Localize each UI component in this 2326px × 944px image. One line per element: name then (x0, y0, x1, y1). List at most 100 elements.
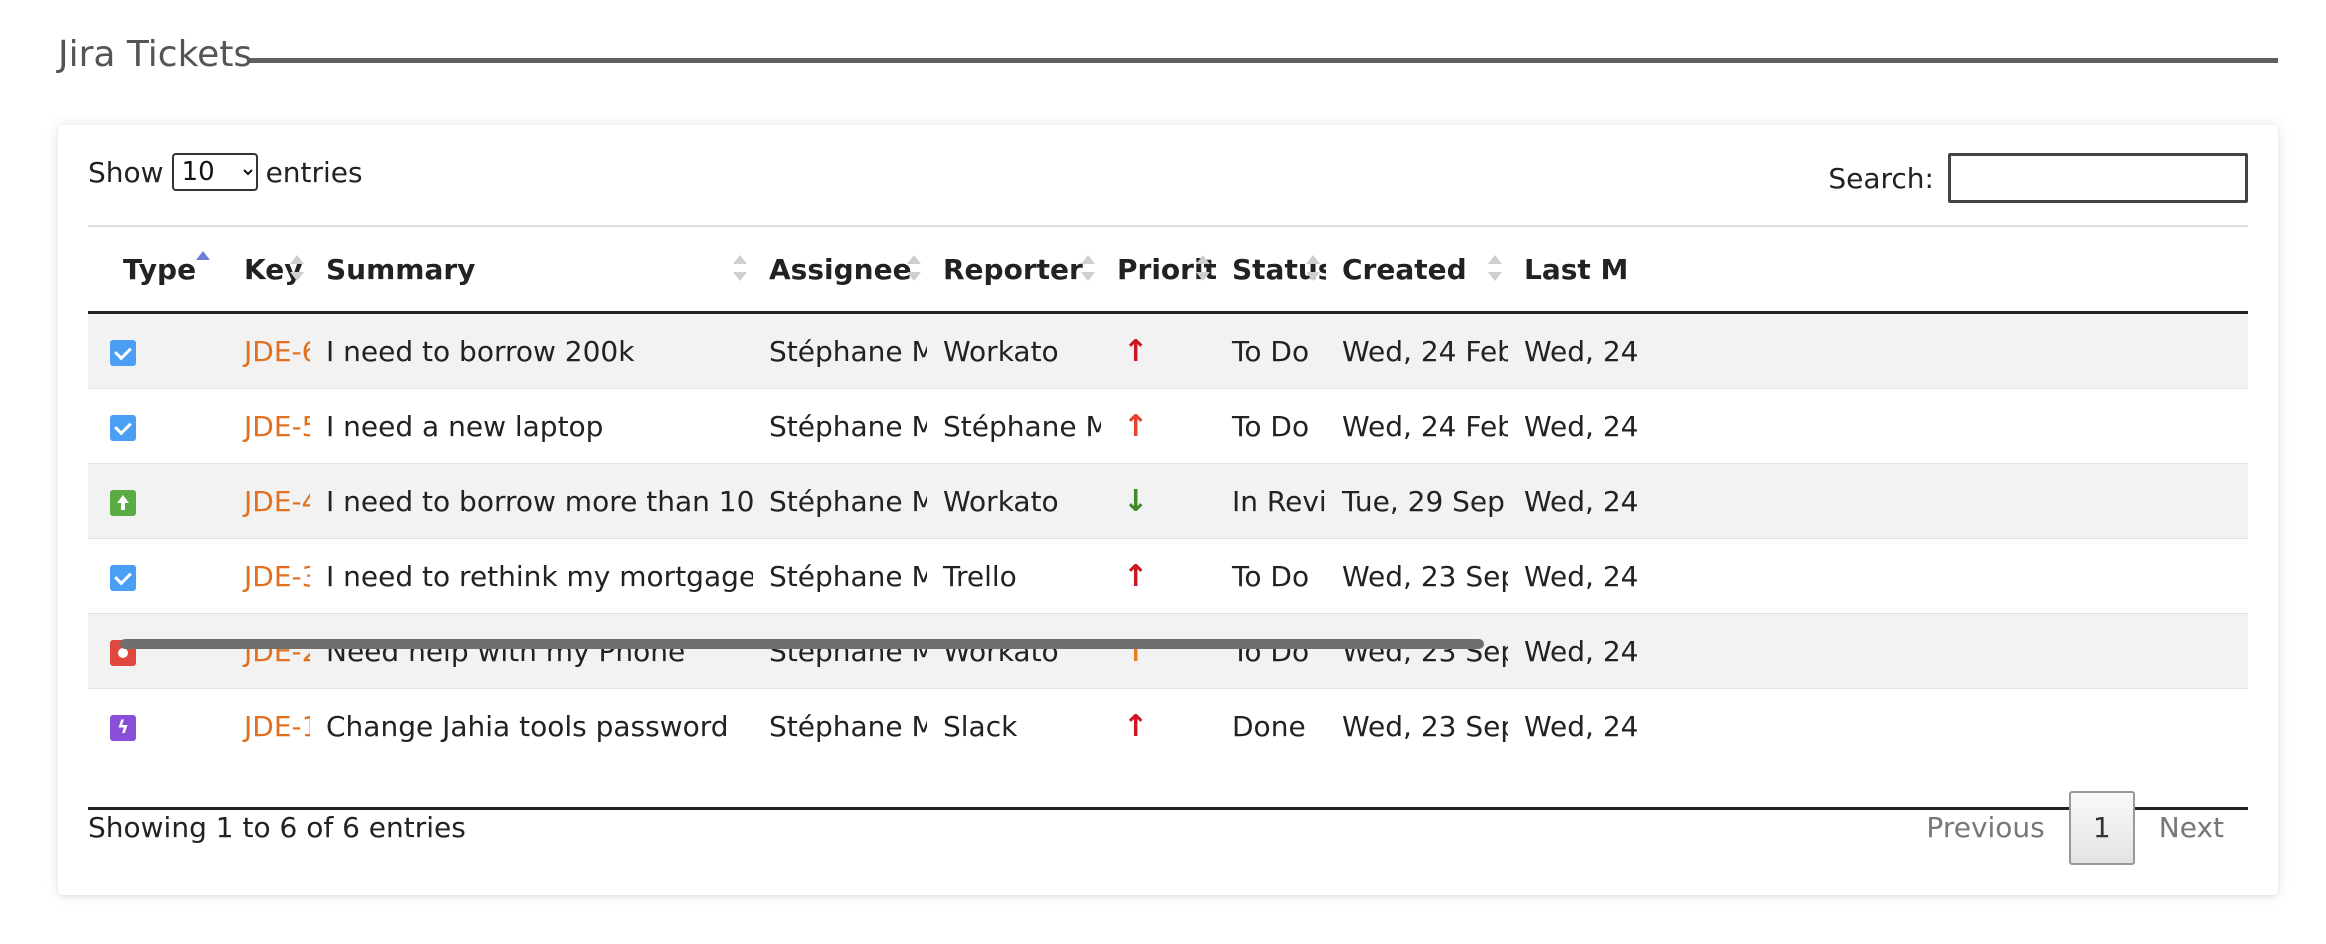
last-modified-cell: Wed, 24 (1508, 538, 2248, 614)
sort-icon (907, 255, 921, 281)
assignee-cell: Stéphane Monier (769, 334, 927, 368)
type-cell (88, 538, 228, 614)
next-button[interactable]: Next (2135, 791, 2248, 865)
assignee-cell: Stéphane Monier (753, 613, 927, 689)
created-cell: Wed, 23 Sep 2020 (1326, 613, 1508, 689)
table-row[interactable]: ϟ JDE-1 Change Jahia tools password Stép… (88, 688, 2248, 763)
column-header-key[interactable]: Key (228, 227, 310, 314)
improvement-arrow-icon (110, 489, 136, 516)
summary-cell: Need help with my Phone (310, 613, 753, 689)
horizontal-scrollbar[interactable] (120, 639, 1484, 649)
ticket-key-link[interactable]: JDE-3 (228, 538, 310, 614)
arrow-up-icon: ↑ (1123, 408, 1149, 444)
assignee-cell: Stéphane Monier (753, 388, 927, 464)
last-modified-cell: Wed, 24 (1524, 334, 1639, 368)
ticket-key-link[interactable]: JDE-5 (228, 388, 310, 464)
column-header-last-modified[interactable]: Last M (1508, 227, 2248, 314)
section-divider (250, 58, 2278, 63)
column-header-label: Type (123, 252, 197, 286)
created-cell: Wed, 24 Feb 2021 (1342, 334, 1508, 368)
tickets-table: Type Key Summary Assignee Reporter Prior… (88, 227, 2248, 763)
column-header-label: Assignee (769, 252, 912, 286)
table-row[interactable]: JDE-5 I need a new laptop Stéphane Monie… (88, 388, 2248, 464)
type-cell (88, 463, 228, 539)
status-cell: To Do (1216, 538, 1326, 614)
last-modified-cell: Wed, 24 (1508, 613, 2248, 689)
priority-cell: ↑ (1101, 388, 1216, 464)
column-header-status[interactable]: Status (1216, 227, 1326, 314)
last-modified-cell: Wed, 24 (1508, 388, 2248, 464)
page-size-select[interactable]: 10 (171, 153, 258, 191)
column-header-label: Created (1342, 252, 1467, 286)
summary-cell: I need a new laptop (310, 388, 753, 464)
summary-cell: I need to rethink my mortgage rate to a … (310, 538, 753, 614)
sort-icon (733, 255, 747, 281)
entries-label: entries (265, 155, 363, 189)
sort-icon (1488, 255, 1502, 281)
table-body: JDE-6 I need to borrow 200k Stéphane Mon… (88, 312, 2248, 763)
created-cell: Wed, 23 Sep 2020 (1326, 688, 1508, 763)
reporter-cell: Slack (927, 688, 1101, 763)
table-row[interactable]: JDE-2 Need help with my Phone Stéphane M… (88, 613, 2248, 689)
table-info: Showing 1 to 6 of 6 entries (88, 811, 466, 844)
created-cell: Tue, 29 Sep 2020 (1326, 463, 1508, 539)
column-header-label: Summary (326, 252, 476, 286)
section-header: Jira Tickets (58, 30, 2278, 90)
reporter-cell: Workato (927, 463, 1101, 539)
table-row[interactable]: JDE-3 I need to rethink my mortgage rate… (88, 538, 2248, 614)
page-length-control: Show 10 entries (88, 153, 363, 191)
table-header-row: Type Key Summary Assignee Reporter Prior… (88, 227, 2248, 314)
status-cell: To Do (1216, 388, 1326, 464)
column-header-label: Reporter (943, 252, 1083, 286)
ticket-key-link[interactable]: JDE-4 (228, 463, 310, 539)
type-cell: ϟ (88, 688, 228, 763)
column-header-type[interactable]: Type (88, 227, 228, 314)
reporter-cell: Workato (927, 613, 1101, 689)
table-row[interactable]: JDE-6 I need to borrow 200k Stéphane Mon… (88, 312, 2248, 389)
epic-lightning-icon: ϟ (110, 714, 136, 741)
type-cell (88, 313, 228, 389)
status-cell: To Do (1232, 334, 1310, 368)
summary-cell: Change Jahia tools password (310, 688, 753, 763)
search-control: Search: (1828, 153, 2248, 203)
sort-icon (290, 255, 304, 281)
assignee-cell: Stéphane Monier (753, 538, 927, 614)
task-checkbox-icon (110, 564, 136, 591)
arrow-up-icon: ↑ (1123, 333, 1149, 369)
table-row[interactable]: JDE-4 I need to borrow more than 100k St… (88, 463, 2248, 539)
previous-button[interactable]: Previous (1902, 791, 2068, 865)
assignee-cell: Stéphane Monier (753, 463, 927, 539)
arrow-down-icon: ↓ (1123, 483, 1149, 519)
reporter-cell: Trello (927, 538, 1101, 614)
ticket-key-link[interactable]: JDE-2 (228, 613, 310, 689)
column-header-created[interactable]: Created (1326, 227, 1508, 314)
ticket-key-link[interactable]: JDE-6 (228, 313, 310, 389)
table-scroll-area[interactable]: Type Key Summary Assignee Reporter Prior… (88, 225, 2248, 810)
page-1-button[interactable]: 1 (2068, 791, 2135, 865)
show-label: Show (88, 155, 164, 189)
assignee-cell: Stéphane Monier (753, 688, 927, 763)
ticket-key-link[interactable]: JDE-1 (228, 688, 310, 763)
status-cell: Done (1216, 688, 1326, 763)
reporter-cell: Stéphane Monier (927, 388, 1101, 464)
sort-icon (1306, 255, 1320, 281)
task-checkbox-icon (110, 339, 136, 366)
type-cell (88, 388, 228, 464)
status-cell: In Review (1216, 463, 1326, 539)
column-header-summary[interactable]: Summary (310, 227, 753, 314)
column-header-reporter[interactable]: Reporter (927, 227, 1101, 314)
priority-cell: ↓ (1101, 463, 1216, 539)
search-input[interactable] (1948, 153, 2248, 203)
pagination: Previous 1 Next (1902, 791, 2248, 865)
sort-icon (1081, 255, 1095, 281)
column-header-assignee[interactable]: Assignee (753, 227, 927, 314)
column-header-priority[interactable]: Priority (1101, 227, 1216, 314)
summary-cell: I need to borrow more than 100k (310, 463, 753, 539)
priority-cell: ↑ (1101, 688, 1216, 763)
priority-cell: ↑ (1101, 313, 1216, 389)
last-modified-cell: Wed, 24 (1508, 463, 2248, 539)
section-title: Jira Tickets (58, 34, 253, 75)
status-cell: To Do (1216, 613, 1326, 689)
reporter-cell: Workato (943, 334, 1059, 368)
last-modified-cell: Wed, 24 (1508, 688, 2248, 763)
